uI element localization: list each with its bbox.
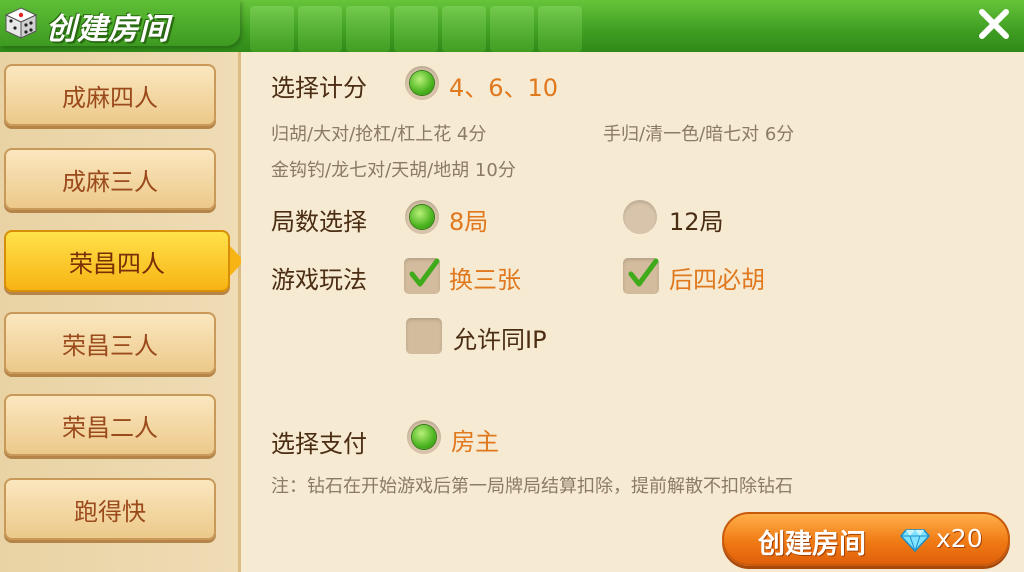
diamond-cost: x20 — [936, 524, 983, 553]
tab-chengma-three[interactable]: 成麻三人 — [4, 148, 216, 210]
score-label: 选择计分 — [271, 74, 367, 102]
tab-paodekuai[interactable]: 跑得快 — [4, 478, 216, 540]
mahjong-tile-decoration — [490, 6, 534, 52]
dice-icon — [4, 7, 38, 39]
swap-three-checkbox[interactable] — [404, 258, 440, 294]
tab-label: 成麻三人 — [62, 167, 158, 196]
payment-note: 注：钻石在开始游戏后第一局牌局结算扣除，提前解散不扣除钻石 — [271, 476, 793, 497]
payment-label: 选择支付 — [271, 430, 367, 458]
checkmark-icon — [409, 258, 440, 287]
tab-rongchang-three[interactable]: 荣昌三人 — [4, 312, 216, 374]
title-banner: 创建房间 — [0, 0, 240, 47]
create-room-label: 创建房间 — [758, 529, 866, 560]
mahjong-tile-decoration — [394, 6, 438, 52]
close-icon[interactable] — [970, 2, 1018, 46]
rounds-8-option[interactable]: 8局 — [449, 202, 488, 237]
mahjong-tile-decoration — [346, 6, 390, 52]
tab-label: 荣昌三人 — [62, 331, 158, 360]
score-option[interactable]: 4、6、10 — [449, 68, 558, 103]
create-room-button[interactable]: 创建房间 x20 — [722, 512, 1010, 566]
mahjong-tile-decoration — [442, 6, 486, 52]
rounds-label: 局数选择 — [271, 208, 367, 236]
rounds-8-radio[interactable] — [405, 200, 439, 234]
header-bar: 创建房间 — [0, 0, 1024, 52]
rounds-12-option[interactable]: 12局 — [669, 202, 724, 237]
allow-same-ip-option[interactable]: 允许同IP — [453, 320, 547, 355]
swap-three-option[interactable]: 换三张 — [449, 260, 521, 295]
last-four-hu-checkbox[interactable] — [623, 258, 659, 294]
last-four-hu-option[interactable]: 后四必胡 — [669, 260, 765, 295]
diamond-icon — [900, 529, 930, 552]
page-title: 创建房间 — [46, 12, 170, 47]
mahjong-tile-decoration — [298, 6, 342, 52]
allow-same-ip-checkbox[interactable] — [406, 318, 442, 354]
mahjong-tile-decoration — [250, 6, 294, 52]
score-desc-6: 手归/清一色/暗七对 6分 — [603, 124, 795, 145]
rules-label: 游戏玩法 — [271, 266, 367, 294]
score-desc-4: 归胡/大对/抢杠/杠上花 4分 — [271, 124, 487, 145]
tab-rongchang-two[interactable]: 荣昌二人 — [4, 394, 216, 456]
checkmark-icon — [628, 258, 659, 287]
score-radio[interactable] — [405, 66, 439, 100]
tab-chengma-four[interactable]: 成麻四人 — [4, 64, 216, 126]
tab-label: 荣昌二人 — [62, 413, 158, 442]
settings-panel: 选择计分 4、6、10 归胡/大对/抢杠/杠上花 4分 手归/清一色/暗七对 6… — [241, 52, 1024, 572]
payment-radio[interactable] — [407, 420, 441, 454]
payment-option[interactable]: 房主 — [451, 422, 499, 457]
rounds-12-radio[interactable] — [623, 200, 657, 234]
tab-label: 成麻四人 — [62, 83, 158, 112]
tab-label: 荣昌四人 — [69, 249, 165, 278]
sidebar: 成麻四人 成麻三人 荣昌四人 荣昌三人 荣昌二人 跑得快 — [0, 52, 244, 572]
mahjong-tile-decoration — [538, 6, 582, 52]
tab-label: 跑得快 — [74, 497, 146, 526]
score-desc-10: 金钩钓/龙七对/天胡/地胡 10分 — [271, 160, 516, 181]
tab-rongchang-four[interactable]: 荣昌四人 — [4, 230, 244, 292]
